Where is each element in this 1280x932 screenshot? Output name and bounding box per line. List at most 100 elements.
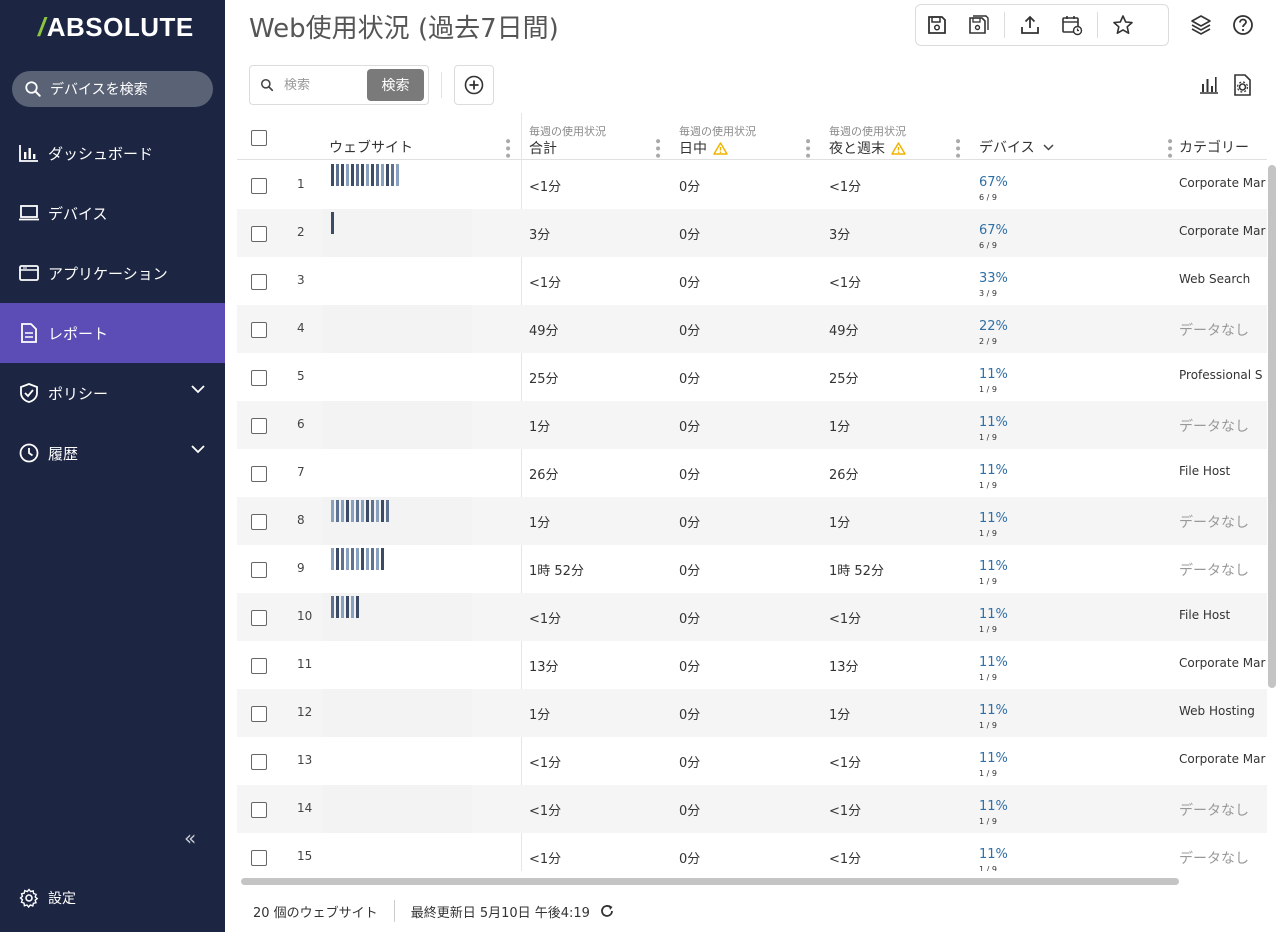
layers-button[interactable] — [1189, 13, 1213, 37]
website-name-redacted[interactable] — [322, 641, 472, 689]
absolute-logo[interactable]: /ABSOLUTE — [38, 12, 194, 43]
table-header: ウェブサイト ••• 毎週の使用状況 合計 ••• 毎週の使用状況 日中 •••… — [237, 113, 1267, 160]
device-percentage-link[interactable]: 11% — [979, 463, 1008, 478]
favorite-button[interactable] — [1102, 5, 1144, 45]
row-checkbox[interactable] — [251, 370, 267, 386]
column-settings-button[interactable] — [1231, 73, 1255, 97]
save-button[interactable] — [916, 5, 958, 45]
vertical-scrollbar[interactable] — [1268, 165, 1276, 688]
device-percentage-link[interactable]: 11% — [979, 415, 1008, 430]
search-devices-button[interactable]: デバイスを検索 — [12, 71, 213, 107]
device-percentage-link[interactable]: 11% — [979, 559, 1008, 574]
warning-icon[interactable] — [891, 141, 906, 155]
column-category[interactable]: カテゴリー — [1179, 113, 1267, 160]
website-name-redacted[interactable] — [322, 353, 472, 401]
website-name-redacted[interactable] — [322, 785, 472, 833]
column-menu-icon[interactable]: ••• — [799, 137, 815, 159]
row-checkbox[interactable] — [251, 418, 267, 434]
save-as-button[interactable] — [958, 5, 1000, 45]
search-input[interactable] — [284, 77, 364, 93]
table-row[interactable]: 13 <1分 0分 <1分 11% 1 / 9 Corporate Mar — [237, 737, 1267, 785]
table-row[interactable]: 8 1分 0分 1分 11% 1 / 9 データなし — [237, 497, 1267, 545]
sort-desc-icon[interactable] — [1043, 143, 1054, 151]
table-row[interactable]: 7 26分 0分 26分 11% 1 / 9 File Host — [237, 449, 1267, 497]
upload-icon — [1021, 15, 1039, 34]
table-row[interactable]: 2 3分 0分 3分 67% 6 / 9 Corporate Mar — [237, 209, 1267, 257]
row-checkbox[interactable] — [251, 610, 267, 626]
row-checkbox[interactable] — [251, 706, 267, 722]
warning-icon[interactable] — [713, 141, 728, 155]
row-checkbox[interactable] — [251, 178, 267, 194]
refresh-icon[interactable] — [600, 904, 614, 918]
device-percentage-link[interactable]: 33% — [979, 271, 1008, 286]
row-checkbox[interactable] — [251, 466, 267, 482]
table-row[interactable]: 5 25分 0分 25分 11% 1 / 9 Professional S — [237, 353, 1267, 401]
chevron-down-icon[interactable] — [191, 385, 205, 394]
website-name-redacted[interactable] — [322, 689, 472, 737]
row-checkbox[interactable] — [251, 514, 267, 530]
column-total[interactable]: 毎週の使用状況 合計 ••• — [529, 113, 669, 160]
table-row[interactable]: 15 <1分 0分 <1分 11% 1 / 9 データなし — [237, 833, 1267, 871]
device-percentage-link[interactable]: 11% — [979, 751, 1008, 766]
column-night-weekend[interactable]: 毎週の使用状況 夜と週末 ••• — [829, 113, 969, 160]
device-percentage-link[interactable]: 11% — [979, 703, 1008, 718]
table-row[interactable]: 6 1分 0分 1分 11% 1 / 9 データなし — [237, 401, 1267, 449]
column-website[interactable]: ウェブサイト ••• — [329, 113, 519, 160]
device-percentage-link[interactable]: 11% — [979, 655, 1008, 670]
chart-settings-button[interactable] — [1197, 73, 1221, 97]
collapse-sidebar-button[interactable]: « — [184, 826, 196, 850]
row-checkbox[interactable] — [251, 754, 267, 770]
column-menu-icon[interactable]: ••• — [499, 137, 515, 159]
table-row[interactable]: 9 1時 52分 0分 1時 52分 11% 1 / 9 データなし — [237, 545, 1267, 593]
column-menu-icon[interactable]: ••• — [949, 137, 965, 159]
table-row[interactable]: 4 49分 0分 49分 22% 2 / 9 データなし — [237, 305, 1267, 353]
website-name-redacted[interactable] — [322, 401, 472, 449]
row-checkbox[interactable] — [251, 226, 267, 242]
website-name-redacted[interactable] — [322, 449, 472, 497]
add-filter-button[interactable] — [454, 65, 494, 105]
device-percentage-link[interactable]: 11% — [979, 799, 1008, 814]
table-row[interactable]: 11 13分 0分 13分 11% 1 / 9 Corporate Mar — [237, 641, 1267, 689]
website-name-redacted[interactable] — [322, 737, 472, 785]
column-daytime[interactable]: 毎週の使用状況 日中 ••• — [679, 113, 819, 160]
select-all-checkbox[interactable] — [251, 130, 267, 146]
column-menu-icon[interactable]: ••• — [1161, 137, 1177, 159]
website-name-redacted[interactable] — [322, 209, 472, 257]
table-row[interactable]: 12 1分 0分 1分 11% 1 / 9 Web Hosting — [237, 689, 1267, 737]
sidebar-item-devices[interactable]: デバイス — [0, 183, 225, 243]
column-devices[interactable]: デバイス ••• — [979, 113, 1177, 160]
row-checkbox[interactable] — [251, 658, 267, 674]
row-checkbox[interactable] — [251, 322, 267, 338]
website-name-redacted[interactable] — [322, 305, 472, 353]
website-name-redacted[interactable] — [322, 833, 472, 871]
table-row[interactable]: 1 <1分 0分 <1分 67% 6 / 9 Corporate Mar — [237, 161, 1267, 209]
device-percentage-link[interactable]: 67% — [979, 223, 1008, 238]
device-percentage-link[interactable]: 11% — [979, 847, 1008, 862]
chevron-down-icon[interactable] — [191, 445, 205, 454]
device-percentage-link[interactable]: 67% — [979, 175, 1008, 190]
sidebar-item-policies[interactable]: ポリシー — [0, 363, 225, 423]
sidebar-item-reports[interactable]: レポート — [0, 303, 225, 363]
device-percentage-link[interactable]: 11% — [979, 367, 1008, 382]
export-button[interactable] — [1009, 5, 1051, 45]
table-row[interactable]: 14 <1分 0分 <1分 11% 1 / 9 データなし — [237, 785, 1267, 833]
row-checkbox[interactable] — [251, 802, 267, 818]
sidebar-item-dashboard[interactable]: ダッシュボード — [0, 123, 225, 183]
sidebar-item-history[interactable]: 履歴 — [0, 423, 225, 483]
table-row[interactable]: 10 <1分 0分 <1分 11% 1 / 9 File Host — [237, 593, 1267, 641]
device-percentage-link[interactable]: 11% — [979, 511, 1008, 526]
device-percentage-link[interactable]: 22% — [979, 319, 1008, 334]
sidebar-item-settings[interactable]: 設定 — [19, 888, 76, 908]
help-button[interactable] — [1231, 13, 1255, 37]
row-checkbox[interactable] — [251, 562, 267, 578]
device-percentage-link[interactable]: 11% — [979, 607, 1008, 622]
row-checkbox[interactable] — [251, 274, 267, 290]
row-checkbox[interactable] — [251, 850, 267, 866]
horizontal-scrollbar[interactable] — [241, 878, 1179, 885]
schedule-button[interactable] — [1051, 5, 1093, 45]
column-menu-icon[interactable]: ••• — [649, 137, 665, 159]
search-button[interactable]: 検索 — [367, 69, 424, 101]
website-name-redacted[interactable] — [322, 257, 472, 305]
sidebar-item-applications[interactable]: アプリケーション — [0, 243, 225, 303]
table-row[interactable]: 3 <1分 0分 <1分 33% 3 / 9 Web Search — [237, 257, 1267, 305]
